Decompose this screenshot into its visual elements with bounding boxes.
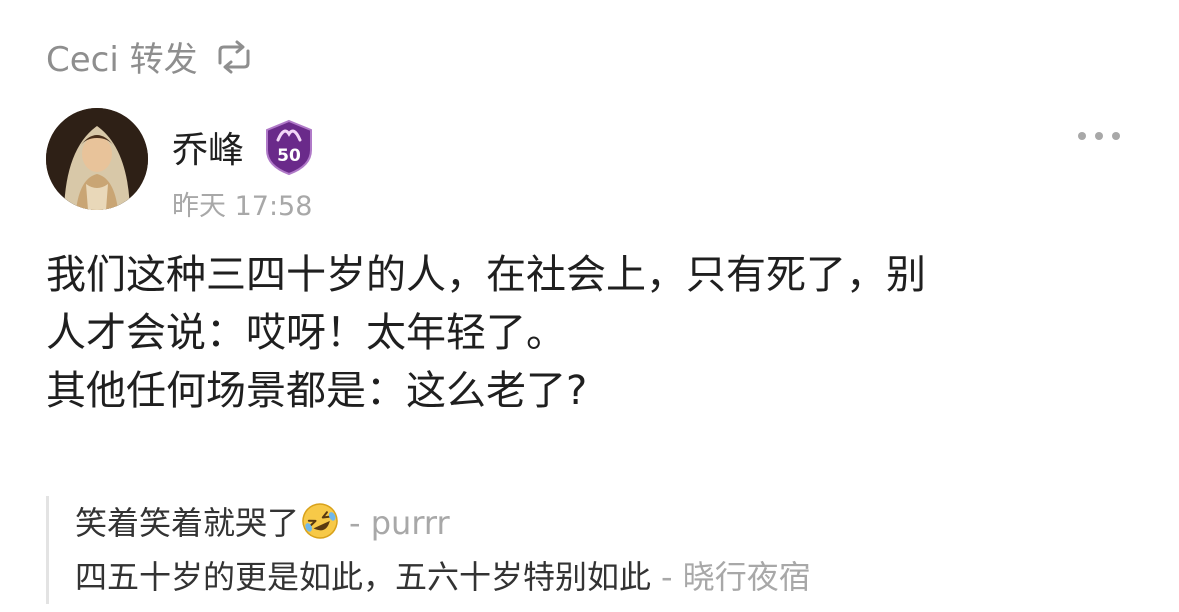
comment-author[interactable]: - 晓行夜宿 — [661, 558, 811, 596]
comment-author[interactable]: - purrr — [349, 504, 450, 542]
comment-list: 笑着笑着就哭了 - purrr 四五十岁的更是如此，五六十岁特别如此 - 晓行夜宿 — [46, 496, 1155, 604]
level-badge-icon: 50 — [266, 119, 313, 176]
author-row: 乔峰 50 — [172, 118, 318, 176]
comment-item[interactable]: 笑着笑着就哭了 - purrr — [75, 496, 1155, 550]
post-body-line: 其他任何场景都是：这么老了? — [46, 368, 588, 414]
rolling-laughing-emoji-icon — [302, 503, 338, 539]
post-timestamp: 昨天 17:58 — [172, 191, 313, 222]
badge-level-text: 50 — [277, 146, 301, 166]
comment-text: 笑着笑着就哭了 — [75, 504, 300, 542]
post-body-line: 人才会说：哎呀！太年轻了。 — [46, 310, 566, 356]
comment-text: 四五十岁的更是如此，五六十岁特别如此 — [75, 558, 652, 596]
repost-header: Ceci 转发 — [46, 32, 256, 81]
post-body: 我们这种三四十岁的人，在社会上，只有死了，别 人才会说：哎呀！太年轻了。 其他任… — [46, 246, 1146, 420]
post-body-line: 我们这种三四十岁的人，在社会上，只有死了，别 — [46, 252, 926, 298]
comment-item[interactable]: 四五十岁的更是如此，五六十岁特别如此 - 晓行夜宿 — [75, 550, 1155, 604]
author-name[interactable]: 乔峰 — [172, 121, 244, 173]
repost-label: Ceci 转发 — [46, 40, 198, 80]
avatar[interactable] — [46, 108, 148, 210]
more-options-icon[interactable] — [1076, 126, 1122, 146]
avatar-portrait-image — [46, 108, 148, 210]
repost-icon[interactable] — [212, 39, 256, 75]
